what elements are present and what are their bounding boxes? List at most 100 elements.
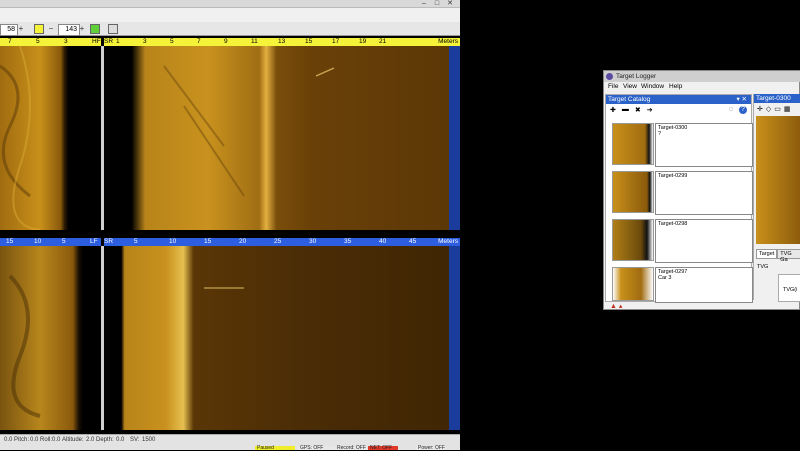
refresh-icon[interactable]: ◌ xyxy=(729,106,733,113)
gain-icon[interactable] xyxy=(34,24,44,34)
ruler-tick-label: 15 xyxy=(204,238,212,245)
ruler-tick-label: 35 xyxy=(344,238,352,245)
maximize-icon[interactable]: □ xyxy=(431,0,443,8)
top-starboard-sonar-pane[interactable] xyxy=(104,46,449,230)
ruler-tick-label: 7 xyxy=(8,38,12,45)
tab-target[interactable]: Target xyxy=(756,249,778,259)
bottom-port-sonar-pane[interactable] xyxy=(0,246,101,430)
bottom-port-ruler: 15 10 5 LF xyxy=(0,238,101,246)
ruler-unit-label: Meters xyxy=(438,238,458,245)
ruler-tick-label: 5 xyxy=(170,38,174,45)
bottom-scrollbar[interactable] xyxy=(449,246,460,430)
menu-help[interactable]: Help xyxy=(669,82,682,92)
target-catalog-panel: Target Catalog ▾ ✕ ✚ ▬ ✖ ➔ ◌ ? Target-03… xyxy=(605,94,753,303)
ruler-tick-label: 5 xyxy=(36,38,40,45)
ruler-tick-label: 10 xyxy=(34,238,42,245)
detail-tabs: Target TVG Ga xyxy=(756,249,800,263)
close-icon[interactable]: ✕ xyxy=(444,0,456,8)
folder-icon[interactable]: ▬ xyxy=(622,106,629,113)
ruler-tick-label: 13 xyxy=(278,38,286,45)
move-icon[interactable]: ✛ xyxy=(757,105,763,113)
target-card: Target-0298 xyxy=(655,219,753,263)
status-label: Roll: xyxy=(40,437,53,443)
tag-icon[interactable]: ◇ xyxy=(766,105,771,113)
record-indicator: Record: OFF xyxy=(335,445,367,451)
ruler-tick-label: 17 xyxy=(332,38,340,45)
image-icon[interactable]: ▭ xyxy=(774,105,781,113)
top-starboard-ruler: SR 1 3 5 7 9 11 13 15 17 19 21 Meters xyxy=(104,38,460,46)
sonar-texture xyxy=(8,274,41,418)
paused-indicator: Paused xyxy=(255,446,295,451)
tab-tvg-gain[interactable]: TVG Ga xyxy=(777,249,800,263)
menu-window[interactable]: Window xyxy=(641,82,664,92)
menu-file[interactable]: File xyxy=(608,82,618,92)
target-tile[interactable]: Target-0297 Car 3 xyxy=(610,265,753,303)
ruler-unit-label: Meters xyxy=(438,38,458,45)
minimize-icon[interactable]: – xyxy=(418,0,430,8)
target-name: Target-0298 xyxy=(658,221,688,227)
export-icon[interactable]: ➔ xyxy=(647,106,653,114)
target-thumbnail xyxy=(612,123,654,165)
decrease-button[interactable]: − xyxy=(46,24,56,34)
grid-icon[interactable]: ▦ xyxy=(784,105,791,113)
target-thumbnail xyxy=(612,267,654,301)
target-card: Target-0300 ? xyxy=(655,123,753,167)
ruler-tick-label: 15 xyxy=(305,38,313,45)
ruler-tick-label: 19 xyxy=(359,38,367,45)
target-card: Target-0297 Car 3 xyxy=(655,267,753,303)
ruler-tick-label: 5 xyxy=(134,238,138,245)
status-value: 0.0 xyxy=(116,437,125,443)
catalog-header: Target Catalog ▾ ✕ xyxy=(606,95,751,104)
warning-icon[interactable]: ▲ ▴ xyxy=(610,302,622,310)
status-label: SV: xyxy=(130,437,140,443)
top-port-sonar-pane[interactable] xyxy=(0,46,101,230)
gps-indicator: GPS: OFF xyxy=(298,446,334,451)
status-value: 0.0 xyxy=(30,437,39,443)
app-icon xyxy=(606,73,613,80)
ruler-tick-label: 3 xyxy=(64,38,68,45)
ruler-tick-label: 7 xyxy=(197,38,201,45)
ruler-channel-label: HF xyxy=(92,38,101,45)
delete-icon[interactable]: ✖ xyxy=(635,106,641,114)
auto-gain-icon[interactable] xyxy=(90,24,100,34)
target-tile[interactable]: Target-0299 xyxy=(610,169,753,215)
detail-title: Target-0300 xyxy=(756,95,791,102)
status-label: Altitude: xyxy=(62,437,84,443)
top-scrollbar[interactable] xyxy=(449,46,460,230)
window-title: Target Logger xyxy=(616,73,657,80)
ruler-channel-label: LF xyxy=(90,238,98,245)
status-value: 0.0 xyxy=(52,437,61,443)
target-tile[interactable]: Target-0300 ? xyxy=(610,121,753,167)
target-card: Target-0299 xyxy=(655,171,753,215)
tvg-field-label: TVG(i xyxy=(783,287,798,293)
net-indicator: NET: OFF xyxy=(368,446,398,451)
tvg-box[interactable]: TVG(i xyxy=(778,274,800,302)
ruler-tick-label: 3 xyxy=(143,38,147,45)
increase-button[interactable]: + xyxy=(16,24,26,34)
ruler-tick-label: 25 xyxy=(274,238,282,245)
power-indicator: Power: OFF xyxy=(416,445,446,451)
ruler-tick-label: 9 xyxy=(224,38,228,45)
menu-strip xyxy=(0,8,460,22)
target-thumbnail xyxy=(612,171,654,213)
close-icon[interactable]: ▾ ✕ xyxy=(736,95,747,104)
target-note: Car 3 xyxy=(658,275,672,281)
ruler-side-label: SR xyxy=(104,238,114,245)
target-tile[interactable]: Target-0298 xyxy=(610,217,753,263)
sonar-texture xyxy=(163,65,335,197)
status-value: 1500 xyxy=(142,437,156,443)
menu-view[interactable]: View xyxy=(623,82,637,92)
sonar-texture xyxy=(0,46,41,230)
sonar-texture xyxy=(204,287,244,289)
status-label: Depth: xyxy=(96,437,114,443)
ruler-side-label: SR xyxy=(104,38,114,45)
settings-icon[interactable] xyxy=(108,24,118,34)
ruler-tick-label: 21 xyxy=(379,38,387,45)
ruler-tick-label: 40 xyxy=(379,238,387,245)
target-preview-image[interactable] xyxy=(756,116,800,244)
add-icon[interactable]: ✚ xyxy=(610,106,616,114)
help-icon[interactable]: ? xyxy=(739,105,747,114)
detail-toolbar: ✛ ◇ ▭ ▦ xyxy=(754,103,800,114)
increase-gain-button[interactable]: + xyxy=(77,24,87,34)
bottom-starboard-sonar-pane[interactable] xyxy=(104,246,449,430)
